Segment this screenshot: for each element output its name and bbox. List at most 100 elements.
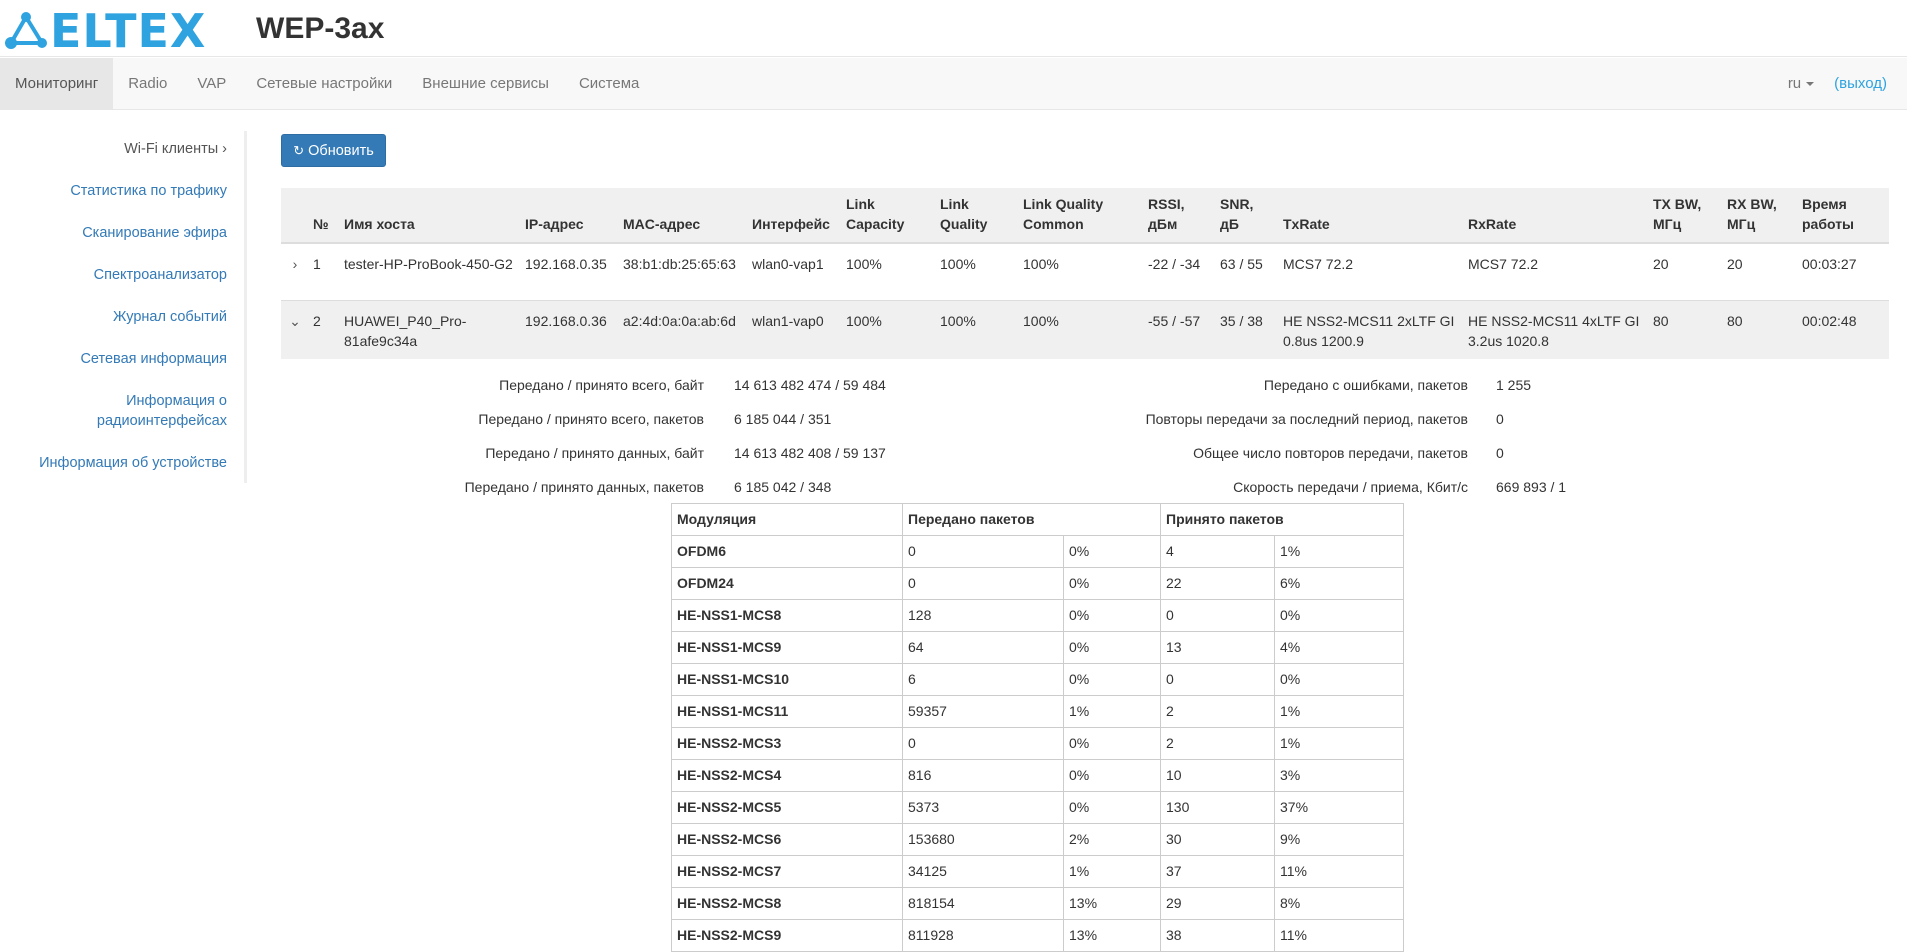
cell-mod-name: HE-NSS1-MCS10 <box>671 663 903 696</box>
cell-rx-count: 2 <box>1160 695 1275 728</box>
cell-tx-count: 128 <box>902 599 1064 632</box>
cell-rx-count: 2 <box>1160 727 1275 760</box>
sidebar-item-event-log[interactable]: Журнал событий <box>113 307 227 327</box>
col-txrate[interactable]: TxRate <box>1279 188 1464 244</box>
sidebar-item-air-scan[interactable]: Сканирование эфира <box>82 223 227 243</box>
col-rssi[interactable]: RSSI, дБм <box>1144 188 1216 244</box>
nav-external-services[interactable]: Внешние сервисы <box>407 58 564 110</box>
cell-tx-count: 0 <box>902 567 1064 600</box>
cell-tx-count: 818154 <box>902 887 1064 920</box>
cell-mod-name: OFDM24 <box>671 567 903 600</box>
cell-interface: wlan0-vap1 <box>748 243 842 301</box>
cell-tx-percent: 13% <box>1063 887 1161 920</box>
cell-link-capacity: 100% <box>842 300 936 359</box>
cell-rx-percent: 0% <box>1274 663 1404 696</box>
sidebar-item-device-info[interactable]: Информация об устройстве <box>39 453 227 473</box>
table-row: HE-NSS2-MCS6 153680 2% 30 9% <box>671 823 1404 856</box>
table-row: HE-NSS1-MCS11 59357 1% 2 1% <box>671 695 1404 728</box>
cell-tx-percent: 0% <box>1063 663 1161 696</box>
cell-tx-percent: 0% <box>1063 631 1161 664</box>
detail-value: 669 893 / 1 <box>1496 479 1567 495</box>
cell-tx-count: 34125 <box>902 855 1064 888</box>
col-snr[interactable]: SNR, дБ <box>1216 188 1279 244</box>
col-ip[interactable]: IP-адрес <box>521 188 619 244</box>
cell-mod-name: HE-NSS1-MCS8 <box>671 599 903 632</box>
table-row: HE-NSS2-MCS7 34125 1% 37 11% <box>671 855 1404 888</box>
top-navbar: Мониторинг Radio VAP Сетевые настройки В… <box>0 58 1907 110</box>
detail-value: 1 255 <box>1496 377 1532 393</box>
cell-ip: 192.168.0.35 <box>521 243 619 301</box>
detail-label: Передано с ошибками, пакетов <box>1263 377 1468 393</box>
nav-vap[interactable]: VAP <box>182 58 241 110</box>
sidebar-item-radio-info-line2: радиоинтерфейсах <box>96 413 227 429</box>
nav-system[interactable]: Система <box>564 58 654 110</box>
cell-ip: 192.168.0.36 <box>521 300 619 359</box>
col-rx-bw[interactable]: RX BW, МГц <box>1723 188 1798 244</box>
col-uptime[interactable]: Время работы <box>1798 188 1889 244</box>
col-hostname[interactable]: Имя хоста <box>340 188 521 244</box>
sidebar-item-radio-info[interactable]: Информация о радиоинтерфейсах <box>97 391 227 431</box>
sidebar-item-network-info[interactable]: Сетевая информация <box>80 349 227 369</box>
detail-value: 14 613 482 408 / 59 137 <box>734 445 886 461</box>
nav-monitoring[interactable]: Мониторинг <box>0 58 114 110</box>
cell-link-quality-common: 100% <box>1019 243 1144 301</box>
cell-rx-count: 4 <box>1160 535 1275 568</box>
language-label: ru <box>1787 75 1802 92</box>
cell-tx-count: 5373 <box>902 791 1064 824</box>
cell-link-quality: 100% <box>936 300 1019 359</box>
table-row: HE-NSS1-MCS9 64 0% 13 4% <box>671 631 1404 664</box>
col-link-quality-common[interactable]: Link Quality Common <box>1019 188 1144 244</box>
refresh-button-label: Обновить <box>308 142 374 159</box>
nav-network-settings[interactable]: Сетевые настройки <box>241 58 407 110</box>
table-row[interactable]: › 1 tester-HP-ProBook-450-G2 192.168.0.3… <box>281 243 1889 301</box>
sidebar-item-traffic-stats[interactable]: Статистика по трафику <box>70 181 227 201</box>
chevron-right-icon[interactable]: › <box>281 243 309 301</box>
cell-rx-count: 30 <box>1160 823 1275 856</box>
cell-txrate: HE NSS2-MCS11 2xLTF GI 0.8us 1200.9 <box>1279 300 1464 359</box>
cell-mod-name: HE-NSS1-MCS9 <box>671 631 903 664</box>
sidebar-item-radio-info-line1: Информация о <box>126 393 227 409</box>
detail-label: Повторы передачи за последний период, па… <box>1145 411 1468 427</box>
cell-rx-percent: 6% <box>1274 567 1404 600</box>
cell-tx-count: 59357 <box>902 695 1064 728</box>
cell-rx-count: 10 <box>1160 759 1275 792</box>
col-link-capacity[interactable]: Link Capacity <box>842 188 936 244</box>
cell-rxrate: MCS7 72.2 <box>1464 243 1649 301</box>
cell-mac: a2:4d:0a:0a:ab:6d <box>619 300 748 359</box>
col-interface[interactable]: Интерфейс <box>748 188 842 244</box>
nav-radio[interactable]: Radio <box>113 58 182 110</box>
sidebar-item-spectrum-analyzer[interactable]: Спектроанализатор <box>94 265 227 285</box>
cell-rxrate: HE NSS2-MCS11 4xLTF GI 3.2us 1020.8 <box>1464 300 1649 359</box>
cell-uptime: 00:02:48 <box>1798 300 1889 359</box>
col-mac[interactable]: MAC-адрес <box>619 188 748 244</box>
refresh-button[interactable]: ↻ Обновить <box>281 134 386 167</box>
col-tx-bw[interactable]: TX BW, МГц <box>1649 188 1723 244</box>
sidebar-item-wifi-clients[interactable]: Wi-Fi клиенты › <box>124 139 227 159</box>
logout-link[interactable]: (выход) <box>1829 58 1907 110</box>
cell-tx-count: 0 <box>902 535 1064 568</box>
cell-rx-percent: 4% <box>1274 631 1404 664</box>
app-header: ELTEX WEP-3ax <box>0 0 1907 57</box>
cell-rx-bw: 20 <box>1723 243 1798 301</box>
cell-tx-percent: 0% <box>1063 791 1161 824</box>
table-row[interactable]: ⌄ 2 HUAWEI_P40_Pro-81afe9c34a 192.168.0.… <box>281 300 1889 359</box>
eltex-logo[interactable]: ELTEX <box>4 8 206 54</box>
col-tx-packets: Передано пакетов <box>902 503 1161 536</box>
detail-value: 6 185 044 / 351 <box>734 411 832 427</box>
col-number[interactable]: № <box>309 188 340 244</box>
language-dropdown[interactable]: ru <box>1773 58 1829 110</box>
chevron-down-icon[interactable]: ⌄ <box>281 300 309 359</box>
cell-tx-count: 6 <box>902 663 1064 696</box>
table-row: OFDM6 0 0% 4 1% <box>671 535 1404 568</box>
cell-mod-name: HE-NSS2-MCS9 <box>671 919 903 952</box>
cell-rx-percent: 37% <box>1274 791 1404 824</box>
detail-label: Скорость передачи / приема, Кбит/с <box>1233 479 1468 495</box>
cell-mod-name: OFDM6 <box>671 535 903 568</box>
cell-link-quality-common: 100% <box>1019 300 1144 359</box>
col-link-quality[interactable]: Link Quality <box>936 188 1019 244</box>
col-rxrate[interactable]: RxRate <box>1464 188 1649 244</box>
cell-mod-name: HE-NSS2-MCS3 <box>671 727 903 760</box>
cell-tx-percent: 0% <box>1063 759 1161 792</box>
cell-hostname: tester-HP-ProBook-450-G2 <box>340 243 521 301</box>
cell-link-quality: 100% <box>936 243 1019 301</box>
